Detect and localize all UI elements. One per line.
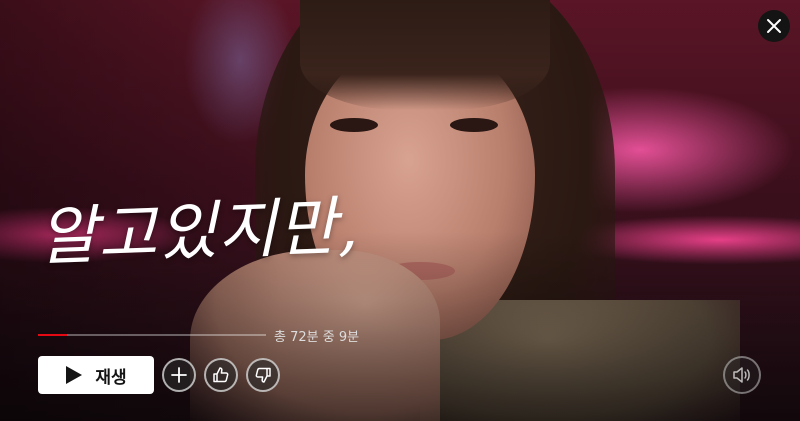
close-icon	[767, 19, 781, 33]
play-button-label: 재생	[95, 367, 127, 388]
add-to-list-button[interactable]	[162, 358, 196, 392]
thumbs-down-icon	[255, 367, 271, 383]
close-button[interactable]	[758, 10, 790, 42]
progress-text: 총 72분 중 9분	[274, 329, 360, 345]
thumbs-up-icon	[213, 367, 229, 383]
progress-fill	[38, 334, 67, 336]
controls-bar: 재생	[38, 356, 280, 394]
progress-track[interactable]	[38, 334, 266, 336]
play-button[interactable]: 재생	[38, 356, 154, 394]
plus-icon	[171, 367, 187, 383]
dislike-button[interactable]	[246, 358, 280, 392]
title-logo: 알고있지만,	[36, 189, 361, 275]
volume-button[interactable]	[723, 356, 761, 394]
progress-row: 총 72분 중 9분	[38, 325, 359, 345]
like-button[interactable]	[204, 358, 238, 392]
volume-icon	[733, 367, 750, 383]
play-icon	[66, 366, 83, 384]
